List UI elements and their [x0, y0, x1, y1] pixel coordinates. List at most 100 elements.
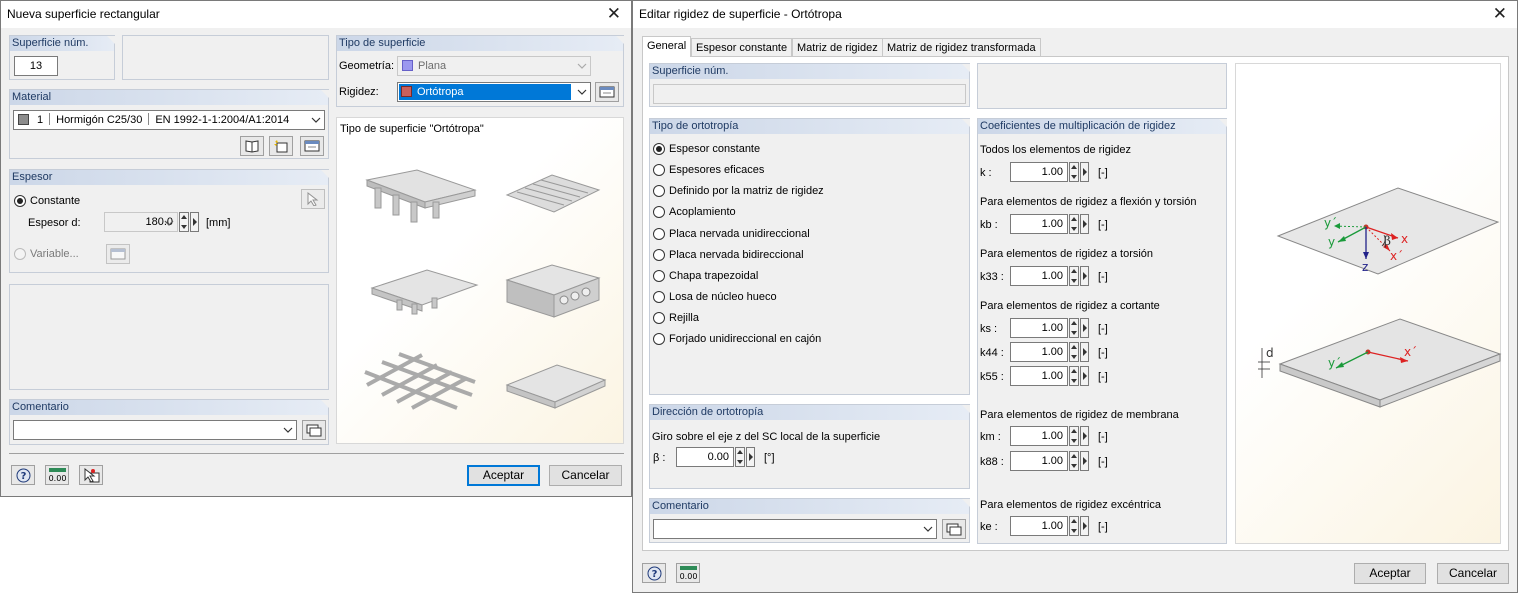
- help-icon: ?: [647, 566, 662, 581]
- geometry-select[interactable]: Plana: [397, 56, 591, 76]
- help-button[interactable]: ?: [642, 563, 666, 583]
- orthotropy-option-radio[interactable]: [653, 312, 665, 324]
- coefficient-input[interactable]: 1.00: [1010, 214, 1068, 234]
- stiffness-coefficients-group: Coeficientes de multiplicación de rigide…: [977, 118, 1227, 544]
- coefficient-input[interactable]: 1.00: [1010, 366, 1068, 386]
- thickness-spin-button[interactable]: [179, 212, 189, 232]
- right-dialog-titlebar: Editar rigidez de superficie - Ortótropa…: [633, 1, 1517, 28]
- orthotropy-option-label: Placa nervada bidireccional: [669, 249, 804, 261]
- orthotropy-option-radio[interactable]: [653, 206, 665, 218]
- tab-constant-thickness[interactable]: Espesor constante: [691, 38, 793, 57]
- constant-thickness-radio[interactable]: [14, 195, 26, 207]
- coefficient-spin-button[interactable]: [1069, 516, 1079, 536]
- svg-text:?: ?: [652, 569, 658, 580]
- stiffness-select[interactable]: Ortótropa: [397, 82, 591, 102]
- stiffness-value: Ortótropa: [417, 86, 464, 98]
- coefficient-input[interactable]: 1.00: [1010, 451, 1068, 471]
- tab-stiffness-matrix[interactable]: Matriz de rigidez: [792, 38, 883, 57]
- close-icon[interactable]: ✕: [607, 3, 621, 25]
- orthotropy-option-radio[interactable]: [653, 185, 665, 197]
- coefficient-input[interactable]: 1.00: [1010, 162, 1068, 182]
- beta-spin-button[interactable]: [735, 447, 745, 467]
- surface-no-input[interactable]: 13: [14, 56, 58, 76]
- comment-library-button[interactable]: [942, 519, 966, 539]
- local-axes-diagram: y´ y β x x´ z d y´ x´: [1258, 187, 1502, 408]
- coefficient-spin-button[interactable]: [1069, 214, 1079, 234]
- coefficient-step-button[interactable]: [1080, 451, 1089, 471]
- coefficient-label: ks :: [980, 323, 998, 335]
- comment-input[interactable]: [13, 420, 297, 440]
- orthotropy-type-header: Tipo de ortotropía: [650, 119, 970, 134]
- coefficient-step-button[interactable]: [1080, 162, 1089, 182]
- coefficient-step-button[interactable]: [1080, 318, 1089, 338]
- decimals-button[interactable]: 0.00: [676, 563, 700, 583]
- coefficient-spin-button[interactable]: [1069, 451, 1079, 471]
- comment-library-button[interactable]: [302, 420, 326, 440]
- new-material-button[interactable]: [269, 136, 293, 156]
- comment-list-icon: [306, 424, 322, 437]
- thickness-pick-button[interactable]: [301, 189, 325, 209]
- material-library-button[interactable]: [240, 136, 264, 156]
- orthotropy-option-radio[interactable]: [653, 291, 665, 303]
- coefficient-step-button[interactable]: [1080, 214, 1089, 234]
- coefficient-spin-button[interactable]: [1069, 266, 1079, 286]
- trapezoidal-sheet-icon: [505, 174, 601, 213]
- orthotropy-direction-group: Dirección de ortotropía Giro sobre el ej…: [649, 404, 970, 489]
- edit-dialog-icon: [110, 248, 126, 260]
- close-icon[interactable]: ✕: [1493, 3, 1507, 25]
- left-ok-button[interactable]: Aceptar: [467, 465, 540, 486]
- new-surface-dialog: Nueva superficie rectangular ✕ Superfici…: [0, 0, 632, 497]
- chevron-down-icon: [577, 63, 587, 69]
- coefficient-input[interactable]: 1.00: [1010, 266, 1068, 286]
- orthotropy-option-radio[interactable]: [653, 164, 665, 176]
- chevron-down-icon: [577, 89, 587, 95]
- coefficient-input[interactable]: 1.00: [1010, 342, 1068, 362]
- coefficient-spin-button[interactable]: [1069, 366, 1079, 386]
- right-cancel-button[interactable]: Cancelar: [1437, 563, 1509, 584]
- coefficient-step-button[interactable]: [1080, 342, 1089, 362]
- coefficient-input[interactable]: 1.00: [1010, 318, 1068, 338]
- x-prime-label: x´: [1390, 249, 1403, 263]
- coefficient-spin-button[interactable]: [1069, 426, 1079, 446]
- beta-step-button[interactable]: [746, 447, 755, 467]
- tab-transformed-stiffness-matrix[interactable]: Matriz de rigidez transformada: [882, 38, 1041, 57]
- coefficient-step-button[interactable]: [1080, 266, 1089, 286]
- coefficient-spin-button[interactable]: [1069, 318, 1079, 338]
- tab-general[interactable]: General: [642, 36, 692, 57]
- comment-group: Comentario: [649, 498, 970, 543]
- orthotropy-option-radio[interactable]: [653, 249, 665, 261]
- variable-thickness-edit-button[interactable]: [106, 244, 130, 264]
- coefficient-label: km :: [980, 431, 1001, 443]
- orthotropy-option-label: Definido por la matriz de rigidez: [669, 185, 824, 197]
- pick-button[interactable]: [79, 465, 103, 485]
- orthotropy-type-group: Tipo de ortotropía Espesor constante Esp…: [649, 118, 970, 395]
- surface-no-info-box: [122, 35, 329, 80]
- variable-thickness-radio[interactable]: [14, 248, 26, 260]
- coefficient-input[interactable]: 1.00: [1010, 516, 1068, 536]
- surface-no-input[interactable]: [653, 84, 966, 104]
- coefficient-spin-button[interactable]: [1069, 162, 1079, 182]
- edit-stiffness-button[interactable]: [595, 82, 619, 102]
- orthotropy-option-label: Espesores eficaces: [669, 164, 765, 176]
- orthotropy-option-radio[interactable]: [653, 143, 665, 155]
- material-select[interactable]: 1 Hormigón C25/30 EN 1992-1-1:2004/A1:2014: [13, 110, 325, 130]
- coefficient-input[interactable]: 1.00: [1010, 426, 1068, 446]
- orthotropy-option-radio[interactable]: [653, 333, 665, 345]
- coefficient-step-button[interactable]: [1080, 366, 1089, 386]
- coefficient-step-button[interactable]: [1080, 426, 1089, 446]
- decimals-button[interactable]: 0.00: [45, 465, 69, 485]
- left-cancel-button[interactable]: Cancelar: [549, 465, 622, 486]
- surface-no-info-box: [977, 63, 1227, 109]
- right-ok-button[interactable]: Aceptar: [1354, 563, 1426, 584]
- edit-material-button[interactable]: [300, 136, 324, 156]
- help-button[interactable]: ?: [11, 465, 35, 485]
- orthotropy-option-radio[interactable]: [653, 270, 665, 282]
- orthotropy-option-radio[interactable]: [653, 228, 665, 240]
- coefficient-label: k55 :: [980, 371, 1004, 383]
- coefficient-step-button[interactable]: [1080, 516, 1089, 536]
- thickness-step-button[interactable]: [190, 212, 199, 232]
- comment-input[interactable]: [653, 519, 937, 539]
- beta-input[interactable]: 0.00: [676, 447, 734, 467]
- coefficient-spin-button[interactable]: [1069, 342, 1079, 362]
- thickness-group: Espesor Constante Espesor d: 180.0 [mm] …: [9, 169, 329, 273]
